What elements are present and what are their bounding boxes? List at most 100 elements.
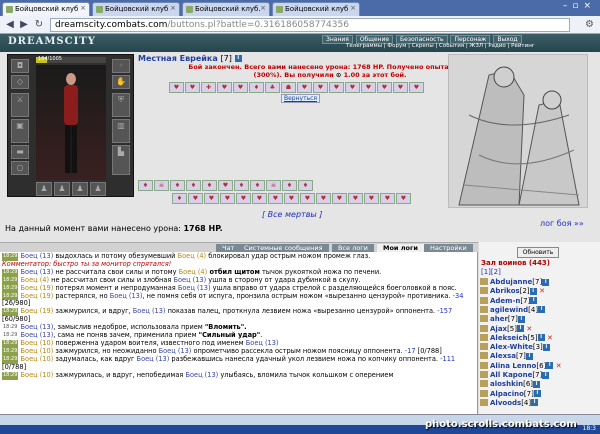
message-time[interactable]: 18:29 <box>2 332 18 340</box>
browser-tab[interactable]: Бойцовский клуб. × <box>182 2 270 16</box>
chat-log[interactable]: 18:29 Боец (13) выдохлась и потому обезу… <box>0 252 478 414</box>
item-icon[interactable]: ☠ <box>154 180 169 191</box>
item-icon[interactable]: ♥ <box>316 193 331 204</box>
potion-slot[interactable]: ♟ <box>72 182 88 196</box>
item-icon[interactable]: ♦ <box>170 180 185 191</box>
player-entry[interactable]: aloshkin[6] i <box>480 380 541 389</box>
fighter-name[interactable]: Боец (10) <box>21 371 54 379</box>
info-icon[interactable]: i <box>531 399 539 407</box>
close-icon[interactable]: × <box>170 4 176 12</box>
potion-slot[interactable]: ♟ <box>36 182 52 196</box>
helmet-slot[interactable]: ◘ <box>11 59 29 73</box>
fighter-name[interactable]: Боец (13) <box>21 331 54 339</box>
fighter-name[interactable]: Боец (4) <box>178 252 207 260</box>
info-icon[interactable]: i <box>234 55 242 62</box>
message-time[interactable]: 18:29 <box>2 371 19 380</box>
fighter-name[interactable]: Боец (10) <box>21 347 54 355</box>
item-icon[interactable]: ♥ <box>409 82 424 93</box>
player-entry[interactable]: Alina Lenno[6] i ✕ <box>480 361 562 371</box>
player-name[interactable]: agilewind <box>490 306 528 314</box>
message-time[interactable]: 18:29 <box>2 276 19 285</box>
forward-icon[interactable]: ▶ <box>18 19 30 31</box>
item-icon[interactable]: ♥ <box>252 193 267 204</box>
player-name[interactable]: aher <box>490 315 508 323</box>
item-icon[interactable]: ♥ <box>218 180 233 191</box>
info-icon[interactable]: i <box>525 352 533 360</box>
message-time[interactable]: 18:29 <box>2 339 19 348</box>
player-entry[interactable]: Abrikos[2] i ✕ <box>480 287 545 296</box>
gloves-slot[interactable]: ✋ <box>112 75 130 89</box>
player-name[interactable]: Alpacino <box>490 390 524 398</box>
close-icon[interactable]: × <box>80 4 86 12</box>
player-entry[interactable]: agilewind[4] i <box>480 305 546 315</box>
player-entry[interactable]: Alex-White[3] i <box>480 343 550 352</box>
player-entry[interactable]: Adem-n[7] i <box>480 296 538 306</box>
info-icon[interactable]: i <box>538 306 546 314</box>
boots-slot[interactable]: ▙ <box>112 145 130 175</box>
player-name[interactable]: Abrikos <box>490 287 520 295</box>
item-icon[interactable]: ♥ <box>361 82 376 93</box>
item-icon[interactable]: ♦ <box>282 180 297 191</box>
fighter-name[interactable]: Боец (13) <box>159 347 192 355</box>
battle-log-link[interactable]: лог боя »» <box>540 219 584 228</box>
player-name[interactable]: Ajax <box>490 325 507 333</box>
message-time[interactable]: 18:29 <box>2 347 19 356</box>
item-icon[interactable]: ♦ <box>250 180 265 191</box>
weapon-slot[interactable]: ⚔ <box>11 93 29 117</box>
item-icon[interactable]: ♦ <box>298 180 313 191</box>
item-icon[interactable]: ✚ <box>201 82 216 93</box>
player-entry[interactable]: Alexsa[7] i <box>480 352 533 361</box>
info-icon[interactable]: i <box>529 287 537 295</box>
player-entry[interactable]: Ajax[5] i ✕ <box>480 324 532 334</box>
pagination[interactable]: [1][2] <box>481 268 501 276</box>
fighter-name[interactable]: Боец (13) <box>21 252 54 260</box>
fighter-name[interactable]: Боец (13) <box>133 307 166 315</box>
item-icon[interactable]: ♦ <box>234 180 249 191</box>
item-icon[interactable]: ♥ <box>204 193 219 204</box>
item-icon[interactable]: ☠ <box>266 180 281 191</box>
window-controls[interactable]: –▫× <box>563 1 596 11</box>
url-input[interactable]: dreamscity.combats.com/buttons.pl?battle… <box>50 18 570 32</box>
player-entry[interactable]: Abdujanne[7] i <box>480 278 550 287</box>
info-icon[interactable]: i <box>542 343 550 351</box>
opponent-name[interactable]: Местная Еврейка [7] i <box>138 54 242 63</box>
item-icon[interactable]: ♥ <box>300 193 315 204</box>
fighter-name[interactable]: Боец (13) <box>185 371 218 379</box>
player-name[interactable]: Adem-n <box>490 297 520 305</box>
refresh-button[interactable]: Обновить <box>517 247 559 258</box>
player-name[interactable]: All Kapone <box>490 371 532 379</box>
item-icon[interactable]: ♥ <box>233 82 248 93</box>
item-icon[interactable]: ♥ <box>185 82 200 93</box>
reload-icon[interactable]: ↻ <box>33 19 45 31</box>
browser-tab[interactable]: Бойцовский клуб × <box>272 2 360 16</box>
belt-slot[interactable]: ▬ <box>11 145 29 159</box>
item-icon[interactable]: ♦ <box>202 180 217 191</box>
amulet-slot[interactable]: ◇ <box>11 75 29 89</box>
info-icon[interactable]: i <box>530 297 538 305</box>
player-name[interactable]: Alina Lenno <box>490 362 536 370</box>
player-entry[interactable]: aher[7] i <box>480 315 525 324</box>
item-icon[interactable]: ♣ <box>265 82 280 93</box>
pants-slot[interactable]: ▥ <box>112 119 130 143</box>
info-icon[interactable]: i <box>542 278 550 286</box>
info-icon[interactable]: i <box>533 390 541 398</box>
potion-slot[interactable]: ♟ <box>54 182 70 196</box>
back-icon[interactable]: ◀ <box>4 19 16 31</box>
item-icon[interactable]: ♥ <box>377 82 392 93</box>
item-icon[interactable]: ♦ <box>172 193 187 204</box>
item-icon[interactable]: ♥ <box>348 193 363 204</box>
wrench-icon[interactable]: ⚙ <box>585 19 594 30</box>
player-name[interactable]: Alexsa <box>490 352 516 360</box>
close-icon[interactable]: × <box>260 4 266 12</box>
item-icon[interactable]: ♦ <box>249 82 264 93</box>
info-icon[interactable]: i <box>517 315 525 323</box>
fighter-name[interactable]: Боец (4) <box>179 268 208 276</box>
player-name[interactable]: Alvoods <box>490 399 521 407</box>
message-time[interactable]: 18:29 <box>2 268 19 277</box>
item-icon[interactable]: ♥ <box>236 193 251 204</box>
armor-slot[interactable]: ▣ <box>11 119 29 143</box>
player-name[interactable]: Alekseich <box>490 334 528 342</box>
item-icon[interactable]: ♥ <box>329 82 344 93</box>
item-icon[interactable]: ♥ <box>268 193 283 204</box>
shield-slot[interactable]: ⛨ <box>112 93 130 117</box>
